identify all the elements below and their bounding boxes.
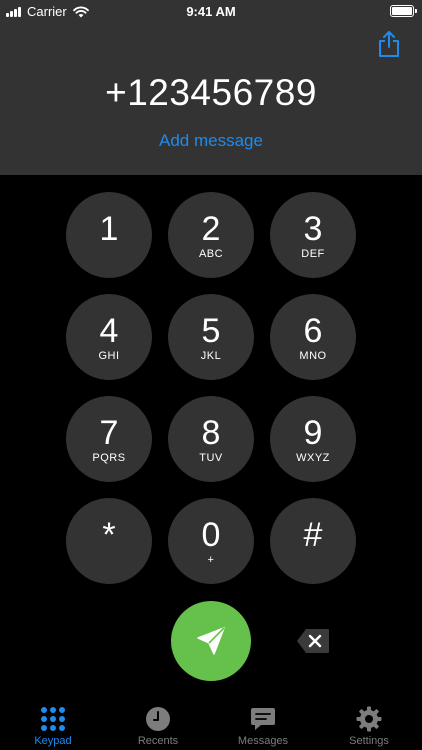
key-digit: 0 [201, 515, 221, 554]
share-icon[interactable] [376, 30, 402, 58]
dialed-number: +123456789 [105, 72, 317, 113]
key-digit: 2 [201, 209, 221, 248]
tab-label: Recents [137, 735, 179, 747]
send-button[interactable] [171, 601, 251, 681]
backspace-icon[interactable] [296, 628, 330, 654]
key-hash[interactable]: # [270, 498, 356, 584]
key-letters: DEF [301, 247, 325, 260]
key-letters: JKL [200, 349, 222, 362]
clock-icon [146, 707, 170, 731]
key-7[interactable]: 7 PQRS [66, 396, 152, 482]
key-letters: ABC [198, 247, 224, 260]
key-star[interactable]: * [66, 498, 152, 584]
key-digit: * [102, 515, 116, 554]
key-letters: + [207, 553, 215, 566]
tab-messages[interactable]: Messages [223, 706, 303, 747]
key-letters: WXYZ [296, 451, 330, 464]
status-bar: Carrier 9:41 AM [0, 0, 422, 24]
key-digit: 5 [201, 311, 221, 350]
key-0[interactable]: 0 + [168, 498, 254, 584]
gear-icon [356, 706, 382, 732]
dialer-header: Carrier 9:41 AM +123456789 Add message [0, 0, 422, 175]
key-digit: 7 [99, 413, 119, 452]
key-digit: # [303, 515, 323, 554]
tab-label: Settings [349, 735, 389, 747]
key-8[interactable]: 8 TUV [168, 396, 254, 482]
tab-label: Keypad [34, 735, 72, 747]
key-digit: 1 [99, 209, 119, 248]
battery-icon [390, 5, 417, 17]
key-digit: 8 [201, 413, 221, 452]
tab-settings[interactable]: Settings [329, 706, 409, 747]
key-6[interactable]: 6 MNO [270, 294, 356, 380]
key-letters: PQRS [92, 451, 126, 464]
send-icon [197, 627, 225, 655]
key-digit: 6 [303, 311, 323, 350]
key-letters: GHI [98, 349, 120, 362]
status-time: 9:41 AM [186, 4, 236, 19]
tab-recents[interactable]: Recents [118, 706, 198, 747]
key-letters: MNO [299, 349, 327, 362]
key-digit: 9 [303, 413, 323, 452]
keypad-icon [41, 707, 65, 731]
key-5[interactable]: 5 JKL [168, 294, 254, 380]
message-icon [251, 708, 275, 730]
key-letters: TUV [199, 451, 223, 464]
key-3[interactable]: 3 DEF [270, 192, 356, 278]
tab-label: Messages [237, 735, 289, 747]
key-digit: 3 [303, 209, 323, 248]
key-4[interactable]: 4 GHI [66, 294, 152, 380]
key-9[interactable]: 9 WXYZ [270, 396, 356, 482]
tab-keypad[interactable]: Keypad [13, 706, 93, 747]
tab-bar: Keypad Recents Messages Settings [0, 700, 422, 750]
key-2[interactable]: 2 ABC [168, 192, 254, 278]
key-1[interactable]: 1 [66, 192, 152, 278]
key-digit: 4 [99, 311, 119, 350]
add-message-link[interactable]: Add message [0, 131, 422, 151]
